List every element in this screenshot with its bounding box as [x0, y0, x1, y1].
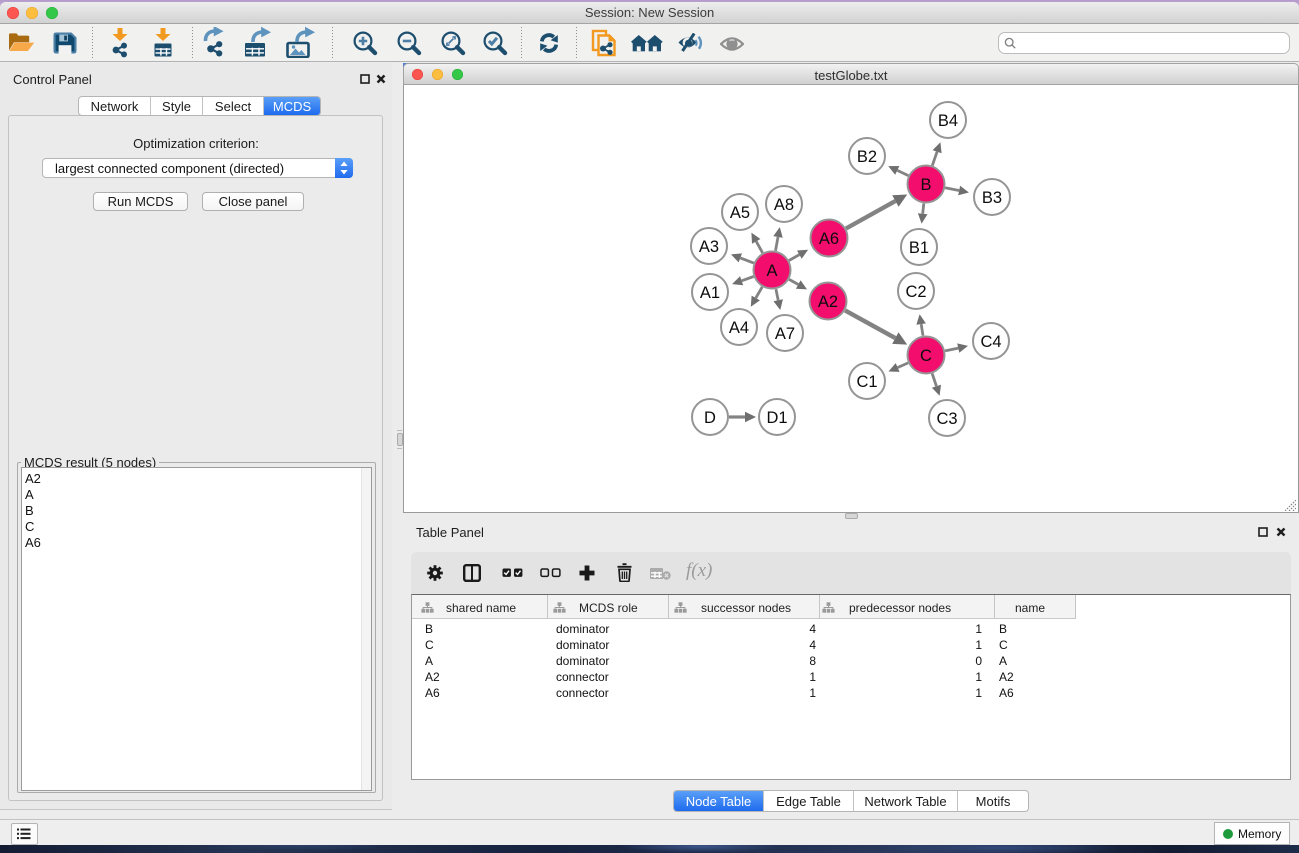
svg-text:A3: A3: [699, 238, 719, 256]
svg-text:A5: A5: [730, 204, 750, 222]
svg-text:A8: A8: [774, 196, 794, 214]
svg-text:A1: A1: [700, 284, 720, 302]
svg-text:B3: B3: [982, 189, 1002, 207]
svg-text:A2: A2: [818, 293, 838, 311]
svg-text:C: C: [920, 347, 932, 365]
svg-text:C3: C3: [936, 410, 957, 428]
svg-text:C1: C1: [856, 373, 877, 391]
svg-text:B4: B4: [938, 112, 958, 130]
svg-text:D: D: [704, 409, 716, 427]
svg-text:A: A: [766, 262, 777, 280]
svg-text:B1: B1: [909, 239, 929, 257]
svg-text:A7: A7: [775, 325, 795, 343]
svg-text:A4: A4: [729, 319, 749, 337]
svg-text:C2: C2: [905, 283, 926, 301]
svg-text:D1: D1: [766, 409, 787, 427]
svg-text:B2: B2: [857, 148, 877, 166]
svg-text:A6: A6: [819, 230, 839, 248]
svg-text:B: B: [920, 176, 931, 194]
svg-text:C4: C4: [980, 333, 1001, 351]
